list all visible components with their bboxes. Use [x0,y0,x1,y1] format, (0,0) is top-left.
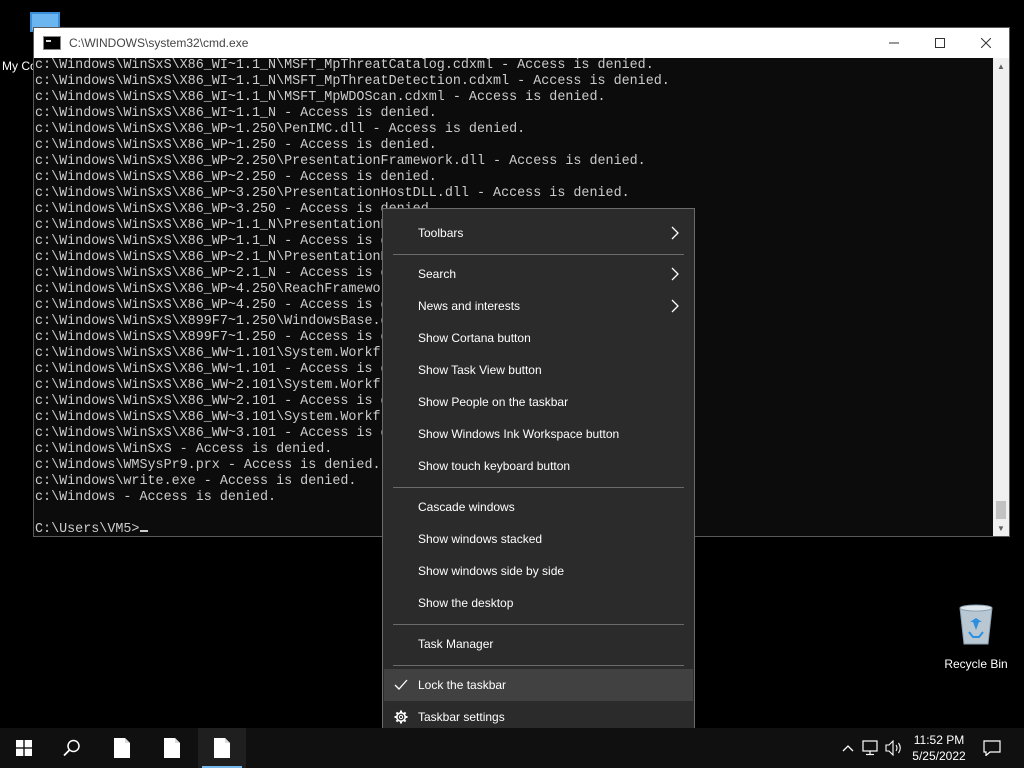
menu-item-show-cortana[interactable]: Show Cortana button [384,322,693,354]
maximize-button[interactable] [917,28,963,58]
menu-item-label: Lock the taskbar [418,678,507,692]
close-icon [981,38,991,48]
document-icon [214,738,230,758]
menu-item-show-windows-stacked[interactable]: Show windows stacked [384,523,693,555]
menu-item-label: Show windows stacked [418,532,543,546]
menu-item-lock-the-taskbar[interactable]: Lock the taskbar [384,669,693,701]
chevron-right-icon [671,299,679,313]
scrollbar-thumb[interactable] [996,501,1006,519]
console-line: c:\Windows\WinSxS\X86_WP~1.250\PenIMC.dl… [35,122,526,137]
taskbar-clock[interactable]: 11:52 PM 5/25/2022 [906,732,972,764]
taskbar[interactable]: 11:52 PM 5/25/2022 [0,728,1024,768]
menu-separator [393,254,684,255]
notification-icon [983,740,1001,756]
action-center-button[interactable] [982,738,1002,758]
document-icon [114,738,130,758]
menu-item-label: News and interests [418,299,521,313]
chevron-right-icon [671,267,679,281]
menu-item-label: Search [418,267,457,281]
text-cursor [140,530,149,532]
console-line: c:\Windows\WinSxS\X86_WI~1.1_N - Access … [35,106,437,121]
menu-item-search[interactable]: Search [384,258,693,290]
menu-item-label: Show Cortana button [418,331,531,345]
scroll-down-arrow-icon[interactable]: ▼ [993,520,1009,536]
menu-item-show-windows-side-by-side[interactable]: Show windows side by side [384,555,693,587]
speaker-icon [885,740,901,756]
menu-item-label: Cascade windows [418,500,515,514]
prompt-text: C:\Users\VM5> [35,522,140,536]
menu-item-label: Show windows side by side [418,564,565,578]
console-line: c:\Windows\WinSxS\X86_WI~1.1_N\MSFT_MpWD… [35,90,606,105]
volume-tray-button[interactable] [884,738,904,758]
recycle-bin-icon [959,604,993,645]
minimize-icon [889,42,899,44]
maximize-icon [935,38,945,48]
console-line: c:\Windows\WinSxS\X86_WP~2.250\Presentat… [35,154,646,169]
taskbar-app-document-3[interactable] [198,728,246,768]
menu-separator [393,665,684,666]
network-tray-button[interactable] [861,738,881,758]
taskbar-context-menu: Toolbars Search News and interests Show … [382,208,695,742]
console-line: c:\Windows\WinSxS\X86_WP~2.250 - Access … [35,170,437,185]
recycle-bin-desktop-icon[interactable]: Recycle Bin [938,602,1014,671]
close-button[interactable] [963,28,1009,58]
cmd-window-title: C:\WINDOWS\system32\cmd.exe [69,36,249,50]
chevron-right-icon [671,226,679,240]
cmd-titlebar[interactable]: C:\WINDOWS\system32\cmd.exe [34,28,1009,58]
menu-item-label: Show Windows Ink Workspace button [418,427,620,441]
minimize-button[interactable] [871,28,917,58]
vertical-scrollbar[interactable]: ▲ ▼ [993,58,1009,536]
network-icon [862,740,878,756]
taskbar-app-document-2[interactable] [148,728,196,768]
start-button[interactable] [0,728,48,768]
console-line: c:\Windows\WinSxS\X86_WI~1.1_N\MSFT_MpTh… [35,74,670,89]
clock-time: 11:52 PM [913,733,965,747]
gear-icon [394,710,408,724]
menu-item-show-people[interactable]: Show People on the taskbar [384,386,693,418]
document-icon [164,738,180,758]
chevron-up-icon [842,745,854,752]
menu-item-toolbars[interactable]: Toolbars [384,217,693,249]
taskbar-app-document-1[interactable] [98,728,146,768]
recycle-bin-label: Recycle Bin [944,657,1008,671]
menu-separator [393,487,684,488]
menu-separator [393,624,684,625]
search-icon [63,739,80,757]
console-line: c:\Windows\WinSxS\X86_WP~1.250 - Access … [35,138,437,153]
show-hidden-icons-button[interactable] [838,738,858,758]
clock-date: 5/25/2022 [912,749,966,763]
scroll-up-arrow-icon[interactable]: ▲ [993,58,1009,74]
menu-item-show-touch-keyboard[interactable]: Show touch keyboard button [384,450,693,482]
menu-item-label: Show Task View button [418,363,542,377]
menu-item-show-task-view[interactable]: Show Task View button [384,354,693,386]
menu-item-label: Toolbars [418,226,464,240]
windows-logo-icon [16,740,32,756]
checkmark-icon [394,679,408,690]
menu-item-label: Task Manager [418,637,494,651]
menu-item-show-ink-workspace[interactable]: Show Windows Ink Workspace button [384,418,693,450]
menu-item-news-and-interests[interactable]: News and interests [384,290,693,322]
console-line: c:\Windows\WinSxS\X86_WI~1.1_N\MSFT_MpTh… [35,58,654,73]
cmd-app-icon [43,36,61,50]
menu-item-label: Show the desktop [418,596,514,610]
menu-item-cascade-windows[interactable]: Cascade windows [384,491,693,523]
console-line: c:\Windows\WinSxS\X86_WP~3.250\Presentat… [35,186,630,201]
menu-item-label: Taskbar settings [418,710,505,724]
menu-item-task-manager[interactable]: Task Manager [384,628,693,660]
menu-item-label: Show People on the taskbar [418,395,569,409]
menu-item-label: Show touch keyboard button [418,459,571,473]
menu-item-show-the-desktop[interactable]: Show the desktop [384,587,693,619]
search-button[interactable] [48,728,96,768]
